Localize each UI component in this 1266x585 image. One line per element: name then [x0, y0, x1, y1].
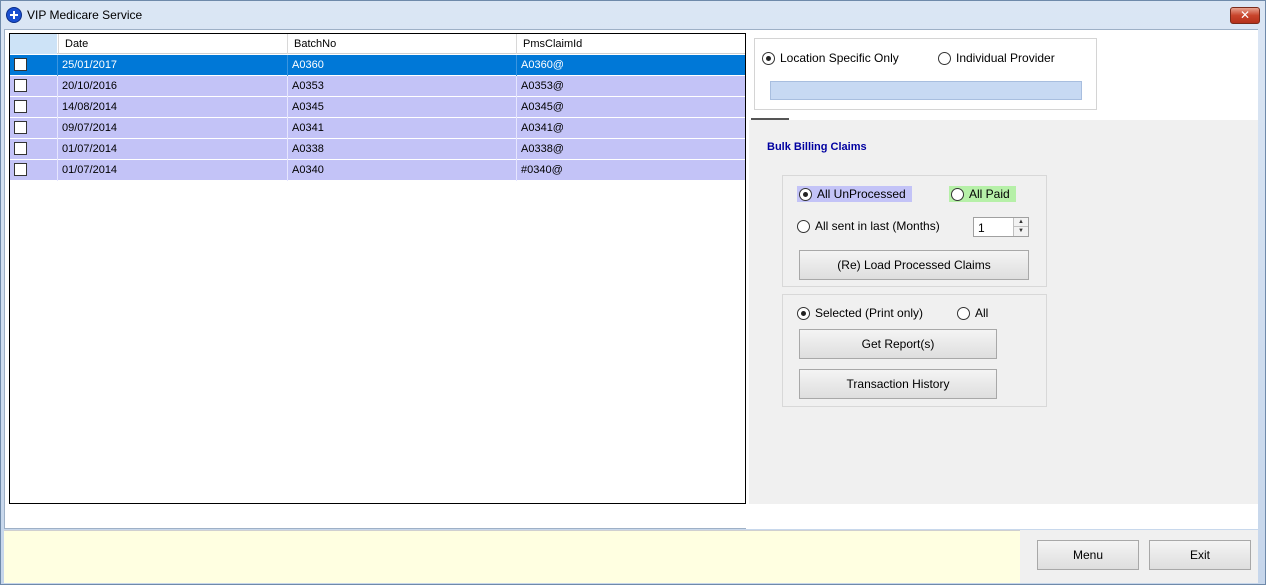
- radio-label: Selected (Print only): [815, 306, 924, 320]
- row-checkbox[interactable]: [14, 121, 27, 134]
- menu-button[interactable]: Menu: [1037, 540, 1139, 570]
- cell-date: 09/07/2014: [57, 118, 287, 139]
- cell-pmsclaimid: A0338@: [516, 139, 745, 160]
- table-row[interactable]: 25/01/2017 A0360 A0360@: [10, 55, 745, 76]
- cell-batchno: A0353: [287, 76, 516, 97]
- right-panel: Location Specific Only Individual Provid…: [746, 30, 1258, 529]
- bulk-billing-title: Bulk Billing Claims: [767, 141, 867, 153]
- cell-pmsclaimid: #0340@: [516, 160, 745, 181]
- row-checkbox[interactable]: [14, 58, 27, 71]
- transaction-history-button[interactable]: Transaction History: [799, 369, 997, 399]
- column-header-batchno[interactable]: BatchNo: [287, 34, 516, 54]
- radio-selected-print-only[interactable]: Selected (Print only): [797, 305, 923, 321]
- status-bar: [4, 530, 1020, 583]
- claims-grid[interactable]: Date BatchNo PmsClaimId 25/01/2017 A0360 A…: [9, 33, 746, 504]
- cell-pmsclaimid: A0341@: [516, 118, 745, 139]
- table-row[interactable]: 01/07/2014 A0340 #0340@: [10, 160, 745, 181]
- radio-label: All UnProcessed: [817, 187, 906, 201]
- cell-pmsclaimid: A0353@: [516, 76, 745, 97]
- cell-batchno: A0338: [287, 139, 516, 160]
- stepper-arrows: ▲ ▼: [1013, 218, 1028, 236]
- radio-all-unprocessed[interactable]: All UnProcessed: [797, 186, 912, 202]
- medicare-cross-icon: [6, 7, 22, 23]
- radio-label: All sent in last (Months): [815, 219, 940, 233]
- claims-filter-group: All UnProcessed All Paid All sent in las…: [782, 175, 1047, 287]
- location-filter-box: Location Specific Only Individual Provid…: [754, 38, 1097, 110]
- radio-individual-provider[interactable]: Individual Provider: [938, 50, 1055, 66]
- title-bar[interactable]: VIP Medicare Service ✕: [1, 1, 1265, 29]
- reload-processed-claims-button[interactable]: (Re) Load Processed Claims: [799, 250, 1029, 280]
- close-button[interactable]: ✕: [1230, 7, 1260, 24]
- column-header-date[interactable]: Date: [58, 34, 287, 54]
- row-checkbox[interactable]: [14, 142, 27, 155]
- table-row[interactable]: 14/08/2014 A0345 A0345@: [10, 97, 745, 118]
- radio-label: Location Specific Only: [780, 51, 899, 65]
- location-selector[interactable]: [770, 81, 1082, 100]
- cell-batchno: A0345: [287, 97, 516, 118]
- cell-date: 01/07/2014: [57, 160, 287, 181]
- cell-batchno: A0340: [287, 160, 516, 181]
- stepper-down-icon[interactable]: ▼: [1014, 227, 1028, 236]
- cell-batchno: A0341: [287, 118, 516, 139]
- radio-location-specific[interactable]: Location Specific Only: [762, 50, 899, 66]
- get-reports-button[interactable]: Get Report(s): [799, 329, 997, 359]
- cell-pmsclaimid: A0360@: [516, 55, 745, 76]
- table-row[interactable]: 09/07/2014 A0341 A0341@: [10, 118, 745, 139]
- table-row[interactable]: 01/07/2014 A0338 A0338@: [10, 139, 745, 160]
- radio-all-sent-last[interactable]: All sent in last (Months): [797, 218, 940, 234]
- footer-buttons-area: Menu Exit: [1020, 530, 1258, 583]
- radio-dot: [938, 51, 951, 65]
- row-checkbox[interactable]: [14, 163, 27, 176]
- cell-batchno: A0360: [287, 55, 516, 76]
- radio-dot: [762, 51, 775, 65]
- radio-dot: [957, 306, 970, 320]
- cell-date: 20/10/2016: [57, 76, 287, 97]
- row-checkbox[interactable]: [14, 79, 27, 92]
- grid-header: Date BatchNo PmsClaimId: [10, 34, 745, 54]
- radio-all-reports[interactable]: All: [957, 305, 988, 321]
- months-value: 1: [978, 221, 985, 235]
- radio-dot: [797, 306, 810, 320]
- months-stepper[interactable]: 1 ▲ ▼: [973, 217, 1029, 237]
- main-window: VIP Medicare Service ✕ Date BatchNo PmsC…: [0, 0, 1266, 585]
- cell-pmsclaimid: A0345@: [516, 97, 745, 118]
- radio-dot: [799, 187, 812, 201]
- row-checkbox[interactable]: [14, 100, 27, 113]
- window-title: VIP Medicare Service: [27, 8, 143, 22]
- radio-dot: [951, 187, 964, 201]
- radio-label: All: [975, 306, 989, 320]
- cell-date: 25/01/2017: [57, 55, 287, 76]
- radio-dot: [797, 219, 810, 233]
- exit-button[interactable]: Exit: [1149, 540, 1251, 570]
- report-group: Selected (Print only) All Get Report(s) …: [782, 294, 1047, 407]
- stepper-up-icon[interactable]: ▲: [1014, 218, 1028, 227]
- radio-all-paid[interactable]: All Paid: [949, 186, 1016, 202]
- client-area: Date BatchNo PmsClaimId 25/01/2017 A0360 A…: [4, 29, 1258, 529]
- cell-date: 01/07/2014: [57, 139, 287, 160]
- column-header-pmsclaimid[interactable]: PmsClaimId: [516, 34, 745, 54]
- cell-date: 14/08/2014: [57, 97, 287, 118]
- grid-header-corner[interactable]: [10, 34, 57, 54]
- radio-label: All Paid: [969, 187, 1010, 201]
- table-row[interactable]: 20/10/2016 A0353 A0353@: [10, 76, 745, 97]
- radio-label: Individual Provider: [956, 51, 1055, 65]
